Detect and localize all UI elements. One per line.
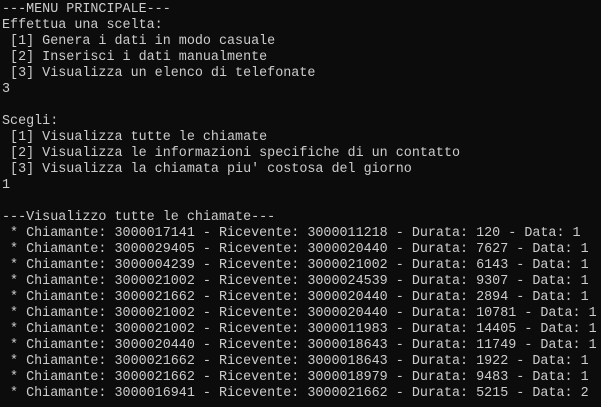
call-row: * Chiamante: 3000021662 - Ricevente: 300… bbox=[2, 354, 589, 369]
call-row: * Chiamante: 3000017141 - Ricevente: 300… bbox=[2, 226, 581, 241]
menu-user-input: 3 bbox=[2, 82, 11, 97]
call-row: * Chiamante: 3000021002 - Ricevente: 300… bbox=[2, 322, 597, 337]
call-row: * Chiamante: 3000021002 - Ricevente: 300… bbox=[2, 274, 589, 289]
call-row: * Chiamante: 3000020440 - Ricevente: 300… bbox=[2, 338, 597, 353]
call-row: * Chiamante: 3000021662 - Ricevente: 300… bbox=[2, 290, 589, 305]
call-row: * Chiamante: 3000029405 - Ricevente: 300… bbox=[2, 242, 589, 257]
console-window[interactable]: ---MENU PRINCIPALE--- Effettua una scelt… bbox=[0, 0, 601, 407]
submenu-option-3: [3] Visualizza la chiamata piu' costosa … bbox=[2, 162, 412, 177]
submenu-prompt: Scegli: bbox=[2, 114, 59, 129]
submenu-option-1: [1] Visualizza tutte le chiamate bbox=[2, 130, 268, 145]
submenu-option-2: [2] Visualizza le informazioni specifich… bbox=[2, 146, 461, 161]
submenu-user-input: 1 bbox=[2, 178, 11, 193]
menu-prompt: Effettua una scelta: bbox=[2, 18, 163, 33]
menu-option-2: [2] Inserisci i dati manualmente bbox=[2, 50, 268, 65]
menu-option-3: [3] Visualizza un elenco di telefonate bbox=[2, 66, 316, 81]
call-row: * Chiamante: 3000016941 - Ricevente: 300… bbox=[2, 386, 589, 401]
call-row: * Chiamante: 3000004239 - Ricevente: 300… bbox=[2, 258, 589, 273]
call-row: * Chiamante: 3000021662 - Ricevente: 300… bbox=[2, 370, 589, 385]
menu-header: ---MENU PRINCIPALE--- bbox=[2, 2, 171, 17]
list-header: ---Visualizzo tutte le chiamate--- bbox=[2, 210, 276, 225]
menu-option-1: [1] Genera i dati in modo casuale bbox=[2, 34, 276, 49]
call-row: * Chiamante: 3000021002 - Ricevente: 300… bbox=[2, 306, 597, 321]
